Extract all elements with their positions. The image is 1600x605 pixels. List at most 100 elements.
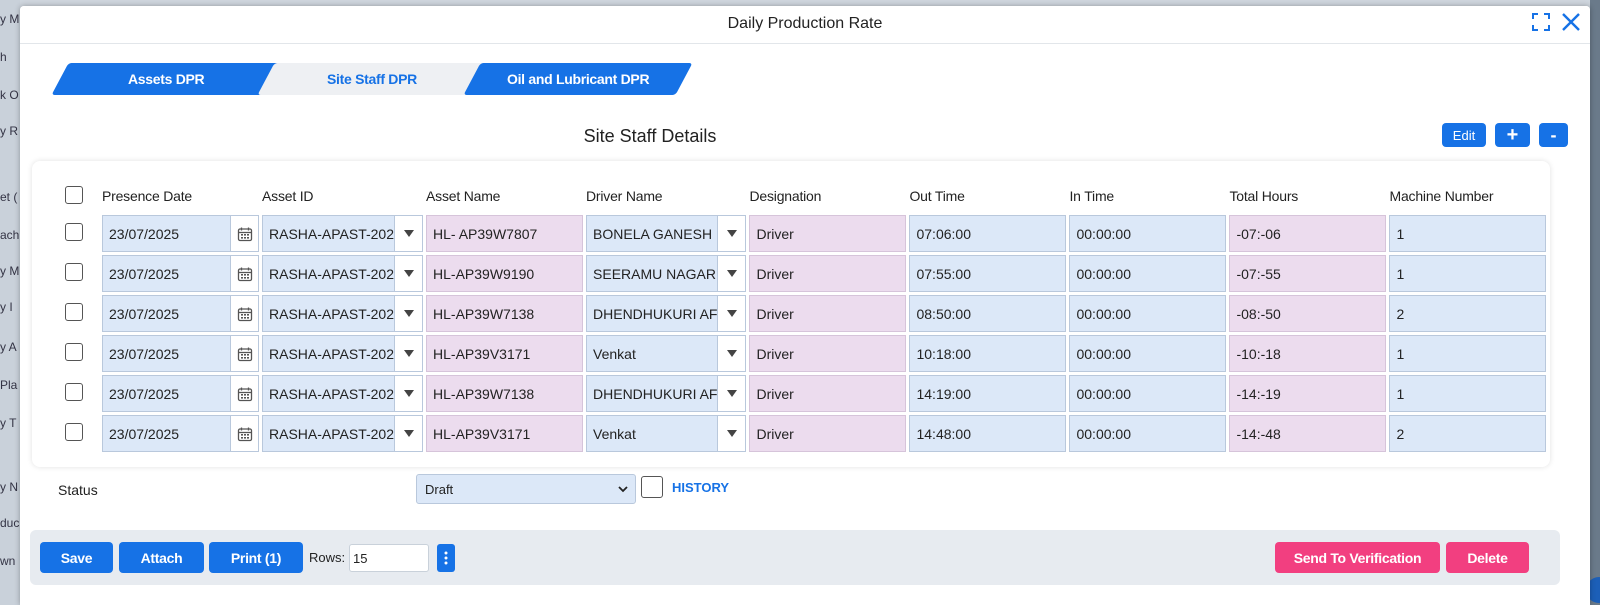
select-all-checkbox[interactable] (65, 185, 83, 204)
section-title: Site Staff Details (583, 126, 717, 146)
driver-name-dropdown[interactable] (717, 376, 746, 411)
send-to-verification-button[interactable]: Send To Verification (1275, 542, 1440, 573)
machine-number-field[interactable]: 1 (1389, 215, 1547, 252)
asset-id-dropdown[interactable] (394, 216, 423, 251)
background-sidebar-label: ach (0, 228, 20, 242)
rows-input[interactable]: 15 (349, 544, 429, 572)
in-time-field[interactable]: 00:00:00 (1069, 295, 1227, 332)
out-time-field[interactable]: 14:48:00 (909, 415, 1067, 452)
tab-oil-lubricant-dpr[interactable]: Oil and Lubricant DPR (463, 63, 693, 95)
driver-name-select[interactable]: Venkat (586, 335, 747, 372)
machine-number-field[interactable]: 1 (1389, 335, 1547, 372)
machine-number-field[interactable]: 2 (1389, 415, 1547, 452)
asset-id-select[interactable]: RASHA-APAST-202 (262, 415, 424, 452)
calendar-button[interactable] (230, 296, 258, 331)
out-time-field[interactable]: 07:55:00 (909, 255, 1067, 292)
asset-id-dropdown[interactable] (394, 256, 423, 291)
history-checkbox[interactable] (641, 476, 663, 498)
driver-name-select[interactable]: SEERAMU NAGAR (586, 255, 747, 292)
asset-id-dropdown[interactable] (394, 376, 423, 411)
background-sidebar-label: y I (0, 300, 13, 314)
asset-id-select[interactable]: RASHA-APAST-202 (262, 335, 424, 372)
print-button[interactable]: Print (1) (209, 542, 303, 573)
driver-name-dropdown[interactable] (717, 216, 746, 251)
row-checkbox[interactable] (65, 263, 83, 281)
in-time-field[interactable]: 00:00:00 (1069, 255, 1227, 292)
row-checkbox[interactable] (65, 223, 83, 241)
driver-name-dropdown[interactable] (717, 336, 746, 371)
driver-name-select[interactable]: DHENDHUKURI AF (586, 375, 747, 412)
out-time-field[interactable]: 07:06:00 (909, 215, 1067, 252)
header-in-time: In Time (1069, 188, 1114, 204)
row-checkbox[interactable] (65, 303, 83, 321)
asset-id-dropdown[interactable] (394, 296, 423, 331)
total-hours-field: -07:-55 (1229, 255, 1387, 292)
dropdown-arrow-icon (403, 349, 414, 357)
remove-row-button[interactable]: - (1539, 123, 1568, 147)
save-button[interactable]: Save (40, 542, 113, 573)
table-row: 23/07/2025 RASHA-APAST-202 HL-AP39W9190 SEE… (65, 255, 1547, 292)
in-time-field[interactable]: 00:00:00 (1069, 415, 1227, 452)
table-row: 23/07/2025 RASHA-APAST-202 HL-AP39V3171 Ven… (65, 335, 1547, 372)
calendar-button[interactable] (230, 256, 258, 291)
in-time-field[interactable]: 00:00:00 (1069, 375, 1227, 412)
row-checkbox[interactable] (65, 423, 83, 441)
calendar-button[interactable] (230, 416, 258, 451)
driver-name-dropdown[interactable] (717, 296, 746, 331)
attach-button[interactable]: Attach (119, 542, 204, 573)
out-time-field[interactable]: 10:18:00 (909, 335, 1067, 372)
designation-field: Driver (749, 335, 907, 372)
calendar-button[interactable] (230, 336, 258, 371)
status-select[interactable]: Draft (416, 474, 636, 504)
asset-id-dropdown[interactable] (394, 336, 423, 371)
in-time-field[interactable]: 00:00:00 (1069, 215, 1227, 252)
asset-id-select[interactable]: RASHA-APAST-202 (262, 215, 424, 252)
asset-name-field: HL-AP39V3171 (426, 335, 584, 372)
asset-id-select[interactable]: RASHA-APAST-202 (262, 295, 424, 332)
designation-field: Driver (749, 415, 907, 452)
dropdown-arrow-icon (403, 429, 414, 437)
presence-date-field[interactable]: 23/07/2025 (102, 215, 259, 252)
asset-id-select[interactable]: RASHA-APAST-202 (262, 255, 424, 292)
row-checkbox[interactable] (65, 343, 83, 361)
presence-date-field[interactable]: 23/07/2025 (102, 295, 259, 332)
driver-name-dropdown[interactable] (717, 256, 746, 291)
out-time-field[interactable]: 14:19:00 (909, 375, 1067, 412)
driver-name-select[interactable]: DHENDHUKURI AF (586, 295, 747, 332)
presence-date-field[interactable]: 23/07/2025 (102, 415, 259, 452)
history-link[interactable]: HISTORY (672, 480, 729, 495)
row-checkbox[interactable] (65, 383, 83, 401)
out-time-field[interactable]: 08:50:00 (909, 295, 1067, 332)
status-label: Status (58, 482, 98, 498)
calendar-button[interactable] (230, 216, 258, 251)
presence-date-field[interactable]: 23/07/2025 (102, 375, 259, 412)
maximize-icon[interactable] (1530, 11, 1552, 33)
table-header-row: Presence Date Asset ID Asset Name Driver… (65, 180, 1546, 212)
asset-name-field: HL-AP39V3171 (426, 415, 584, 452)
close-icon[interactable] (1560, 11, 1582, 33)
header-asset-id: Asset ID (262, 188, 314, 204)
machine-number-field[interactable]: 2 (1389, 295, 1547, 332)
total-hours-field: -07:-06 (1229, 215, 1387, 252)
more-options-icon[interactable] (437, 544, 455, 572)
header-designation: Designation (749, 188, 822, 204)
machine-number-field[interactable]: 1 (1389, 255, 1547, 292)
add-row-button[interactable]: + (1495, 123, 1530, 147)
designation-field: Driver (749, 295, 907, 332)
asset-id-dropdown[interactable] (394, 416, 423, 451)
tab-site-staff-dpr[interactable]: Site Staff DPR (257, 63, 487, 95)
edit-button[interactable]: Edit (1442, 123, 1486, 147)
presence-date-field[interactable]: 23/07/2025 (102, 255, 259, 292)
driver-name-dropdown[interactable] (717, 416, 746, 451)
presence-date-field[interactable]: 23/07/2025 (102, 335, 259, 372)
calendar-icon (237, 307, 252, 321)
in-time-field[interactable]: 00:00:00 (1069, 335, 1227, 372)
delete-button[interactable]: Delete (1446, 542, 1529, 573)
background-sidebar: y M h k O y R et (ach y M y I y A Pla y T y N duc wn (0, 0, 20, 605)
tab-assets-dpr[interactable]: Assets DPR (51, 63, 281, 95)
driver-name-select[interactable]: BONELA GANESH (586, 215, 747, 252)
calendar-button[interactable] (230, 376, 258, 411)
machine-number-field[interactable]: 1 (1389, 375, 1547, 412)
asset-id-select[interactable]: RASHA-APAST-202 (262, 375, 424, 412)
driver-name-select[interactable]: Venkat (586, 415, 747, 452)
